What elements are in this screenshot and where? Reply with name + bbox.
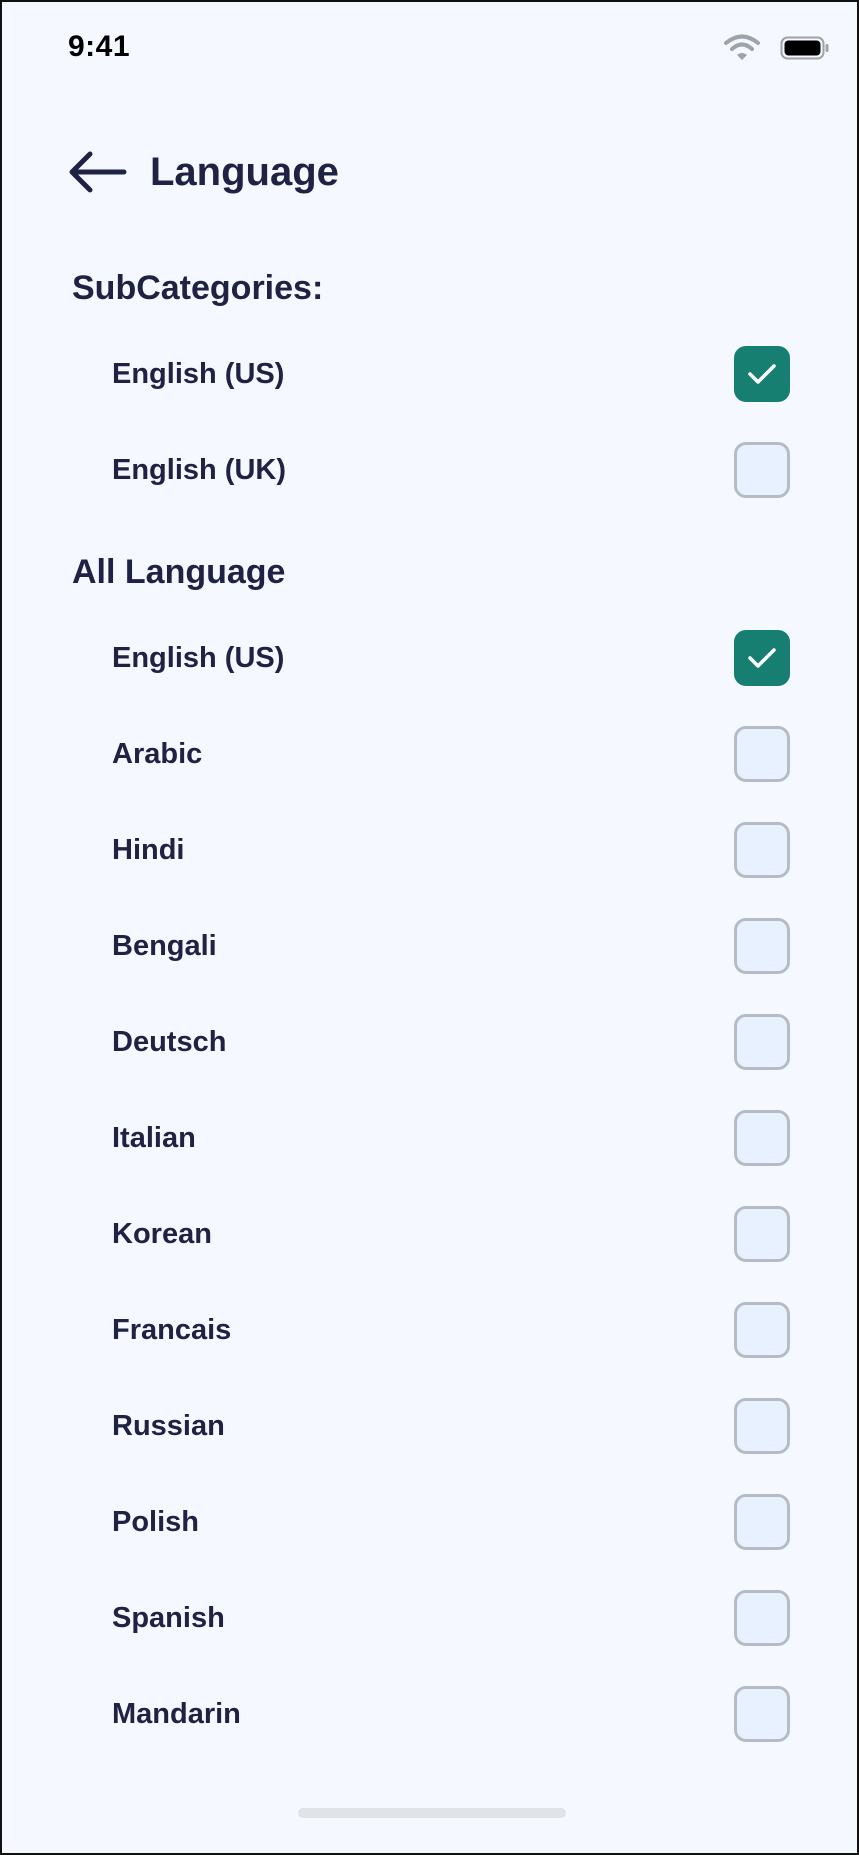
subcategories-heading: SubCategories: — [72, 269, 324, 307]
language-row-english-us[interactable]: English (US) — [2, 610, 857, 706]
checkbox[interactable] — [734, 630, 790, 686]
checkmark-icon — [748, 648, 776, 668]
language-screen: 9:41 Language SubCategories: English (US… — [0, 0, 859, 1855]
page-title: Language — [150, 150, 339, 194]
checkbox[interactable] — [734, 346, 790, 402]
checkbox[interactable] — [734, 1494, 790, 1550]
subcategory-row-english-uk[interactable]: English (UK) — [2, 422, 857, 518]
battery-icon — [780, 36, 830, 60]
language-label: Polish — [112, 1506, 200, 1538]
checkbox[interactable] — [734, 1110, 790, 1166]
status-time: 9:41 — [68, 30, 131, 63]
language-row-hindi[interactable]: Hindi — [2, 802, 857, 898]
language-label: Francais — [112, 1314, 232, 1346]
checkbox[interactable] — [734, 1014, 790, 1070]
language-row-bengali[interactable]: Bengali — [2, 898, 857, 994]
language-label: Russian — [112, 1410, 225, 1442]
back-button[interactable] — [66, 148, 130, 196]
language-label: Bengali — [112, 930, 217, 962]
subcategory-row-english-us[interactable]: English (US) — [2, 326, 857, 422]
language-label: Hindi — [112, 834, 185, 866]
home-indicator — [298, 1808, 566, 1818]
checkmark-icon — [748, 364, 776, 384]
language-label: English (US) — [112, 642, 285, 674]
language-row-arabic[interactable]: Arabic — [2, 706, 857, 802]
language-row-mandarin[interactable]: Mandarin — [2, 1666, 857, 1762]
language-label: English (US) — [112, 358, 285, 390]
all-languages-heading: All Language — [72, 553, 286, 591]
language-label: Arabic — [112, 738, 203, 770]
checkbox[interactable] — [734, 1590, 790, 1646]
language-label: Mandarin — [112, 1698, 241, 1730]
language-row-polish[interactable]: Polish — [2, 1474, 857, 1570]
language-row-spanish[interactable]: Spanish — [2, 1570, 857, 1666]
checkbox[interactable] — [734, 918, 790, 974]
header: Language — [2, 142, 857, 202]
language-row-francais[interactable]: Francais — [2, 1282, 857, 1378]
language-row-deutsch[interactable]: Deutsch — [2, 994, 857, 1090]
status-bar: 9:41 — [2, 2, 857, 98]
checkbox[interactable] — [734, 822, 790, 878]
checkbox[interactable] — [734, 1302, 790, 1358]
language-label: Korean — [112, 1218, 212, 1250]
checkbox[interactable] — [734, 1686, 790, 1742]
language-label: English (UK) — [112, 454, 286, 486]
checkbox[interactable] — [734, 726, 790, 782]
checkbox[interactable] — [734, 442, 790, 498]
language-row-italian[interactable]: Italian — [2, 1090, 857, 1186]
language-label: Italian — [112, 1122, 196, 1154]
language-row-russian[interactable]: Russian — [2, 1378, 857, 1474]
language-row-korean[interactable]: Korean — [2, 1186, 857, 1282]
checkbox[interactable] — [734, 1206, 790, 1262]
arrow-left-icon — [66, 151, 130, 200]
wifi-icon — [722, 32, 762, 62]
checkbox[interactable] — [734, 1398, 790, 1454]
language-label: Deutsch — [112, 1026, 227, 1058]
language-label: Spanish — [112, 1602, 225, 1634]
